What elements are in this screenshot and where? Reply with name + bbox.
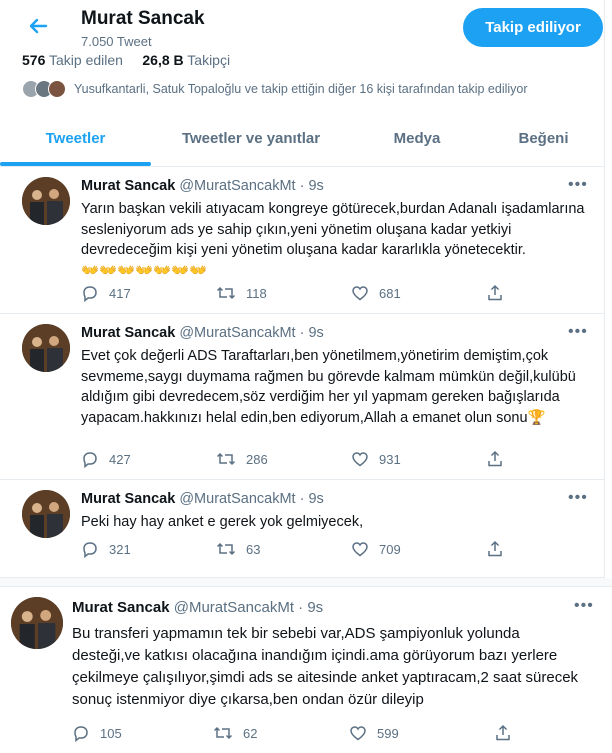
following-button[interactable]: Takip ediliyor: [463, 8, 603, 47]
share-button[interactable]: [486, 448, 504, 470]
like-icon: [349, 724, 367, 742]
tab-tweets-and-replies[interactable]: Tweetler ve yanıtlar: [151, 112, 351, 166]
profile-tabs: Tweetler Tweetler ve yanıtlar Medya Beğe…: [0, 112, 604, 167]
retweet-icon: [213, 724, 233, 742]
more-icon[interactable]: •••: [568, 323, 588, 341]
avatar[interactable]: [11, 597, 63, 649]
like-button[interactable]: 681: [351, 282, 401, 304]
tweet-time[interactable]: · 9s: [300, 178, 324, 194]
retweet-button[interactable]: 62: [213, 722, 257, 744]
tweet-text: Yarın başkan vekili atıyacam kongreye gö…: [81, 201, 585, 258]
share-icon: [486, 540, 504, 558]
more-icon[interactable]: •••: [574, 597, 594, 615]
screenshot-divider: [0, 578, 612, 586]
share-icon: [486, 450, 504, 468]
tweet-text: Evet çok değerli ADS Taraftarları,ben yö…: [81, 348, 576, 426]
profile-timeline: Murat Sancak 7.050 Tweet Takip ediliyor …: [0, 0, 605, 578]
reply-icon: [81, 284, 99, 302]
tweet-actions: 417 118 681: [81, 282, 511, 304]
retweet-button[interactable]: 63: [216, 538, 260, 560]
like-button[interactable]: 709: [351, 538, 401, 560]
retweet-button[interactable]: 286: [216, 448, 268, 470]
like-icon: [351, 450, 369, 468]
tweet[interactable]: Murat Sancak @MuratSancakMt · 9s ••• Yar…: [0, 167, 604, 314]
tweet[interactable]: Murat Sancak @MuratSancakMt · 9s ••• Bu …: [0, 586, 612, 753]
tweet-time[interactable]: · 9s: [300, 325, 324, 341]
tweet-actions: 105 62 599: [72, 722, 532, 744]
tweet-time[interactable]: · 9s: [298, 599, 323, 616]
followers-you-know-text: Yusufkantarli, Satuk Topaloğlu ve takip …: [74, 82, 528, 96]
retweet-icon: [216, 540, 236, 558]
following-link[interactable]: 576 Takip edilen: [22, 52, 123, 68]
reply-icon: [72, 724, 90, 742]
tweet-count: 7.050 Tweet: [81, 34, 152, 49]
followers-you-know[interactable]: Yusufkantarli, Satuk Topaloğlu ve takip …: [22, 79, 528, 99]
profile-name: Murat Sancak: [81, 8, 205, 29]
tweet-handle[interactable]: @MuratSancakMt: [174, 599, 294, 616]
like-icon: [351, 540, 369, 558]
like-button[interactable]: 599: [349, 722, 399, 744]
tweet[interactable]: Murat Sancak @MuratSancakMt · 9s ••• Pek…: [0, 480, 604, 578]
tweet-author-name[interactable]: Murat Sancak: [81, 491, 175, 507]
retweet-icon: [216, 450, 236, 468]
share-button[interactable]: [494, 722, 512, 744]
tweet-emojis: 👐👐👐👐👐👐👐: [81, 262, 208, 279]
tweet-actions: 427 286 931: [81, 448, 511, 470]
reply-button[interactable]: 427: [81, 448, 131, 470]
share-icon: [494, 724, 512, 742]
like-icon: [351, 284, 369, 302]
share-button[interactable]: [486, 538, 504, 560]
tweet-text: Peki hay hay anket e gerek yok gelmiyece…: [81, 514, 364, 530]
tweet-handle[interactable]: @MuratSancakMt: [179, 491, 295, 507]
retweet-button[interactable]: 118: [216, 282, 267, 304]
tweet-handle[interactable]: @MuratSancakMt: [179, 325, 295, 341]
tab-media[interactable]: Medya: [351, 112, 483, 166]
tweet-actions: 321 63 709: [81, 538, 511, 560]
follower-avatar: [48, 80, 66, 98]
profile-header: Murat Sancak 7.050 Tweet Takip ediliyor: [0, 0, 604, 50]
like-button[interactable]: 931: [351, 448, 401, 470]
share-icon: [486, 284, 504, 302]
tweet-text: Bu transferi yapmamın tek bir sebebi var…: [72, 625, 579, 708]
followers-link[interactable]: 26,8 B Takipçi: [142, 52, 230, 68]
retweet-icon: [216, 284, 236, 302]
tab-likes[interactable]: Beğeni: [483, 112, 604, 166]
reply-icon: [81, 540, 99, 558]
reply-icon: [81, 450, 99, 468]
tweet-author-name[interactable]: Murat Sancak: [72, 599, 170, 616]
tweet-author-name[interactable]: Murat Sancak: [81, 178, 175, 194]
tweet[interactable]: Murat Sancak @MuratSancakMt · 9s ••• Eve…: [0, 314, 604, 480]
reply-button[interactable]: 417: [81, 282, 131, 304]
tab-tweets[interactable]: Tweetler: [0, 112, 151, 166]
avatar[interactable]: [22, 177, 70, 225]
reply-button[interactable]: 321: [81, 538, 131, 560]
follow-stats: 576 Takip edilen 26,8 B Takipçi: [22, 52, 230, 68]
tweet-handle[interactable]: @MuratSancakMt: [179, 178, 295, 194]
more-icon[interactable]: •••: [568, 176, 588, 194]
more-icon[interactable]: •••: [568, 489, 588, 507]
avatar[interactable]: [22, 490, 70, 538]
back-arrow-icon[interactable]: [22, 10, 54, 42]
reply-button[interactable]: 105: [72, 722, 122, 744]
tweet-author-name[interactable]: Murat Sancak: [81, 325, 175, 341]
tweet-time[interactable]: · 9s: [300, 491, 324, 507]
avatar[interactable]: [22, 324, 70, 372]
share-button[interactable]: [486, 282, 504, 304]
